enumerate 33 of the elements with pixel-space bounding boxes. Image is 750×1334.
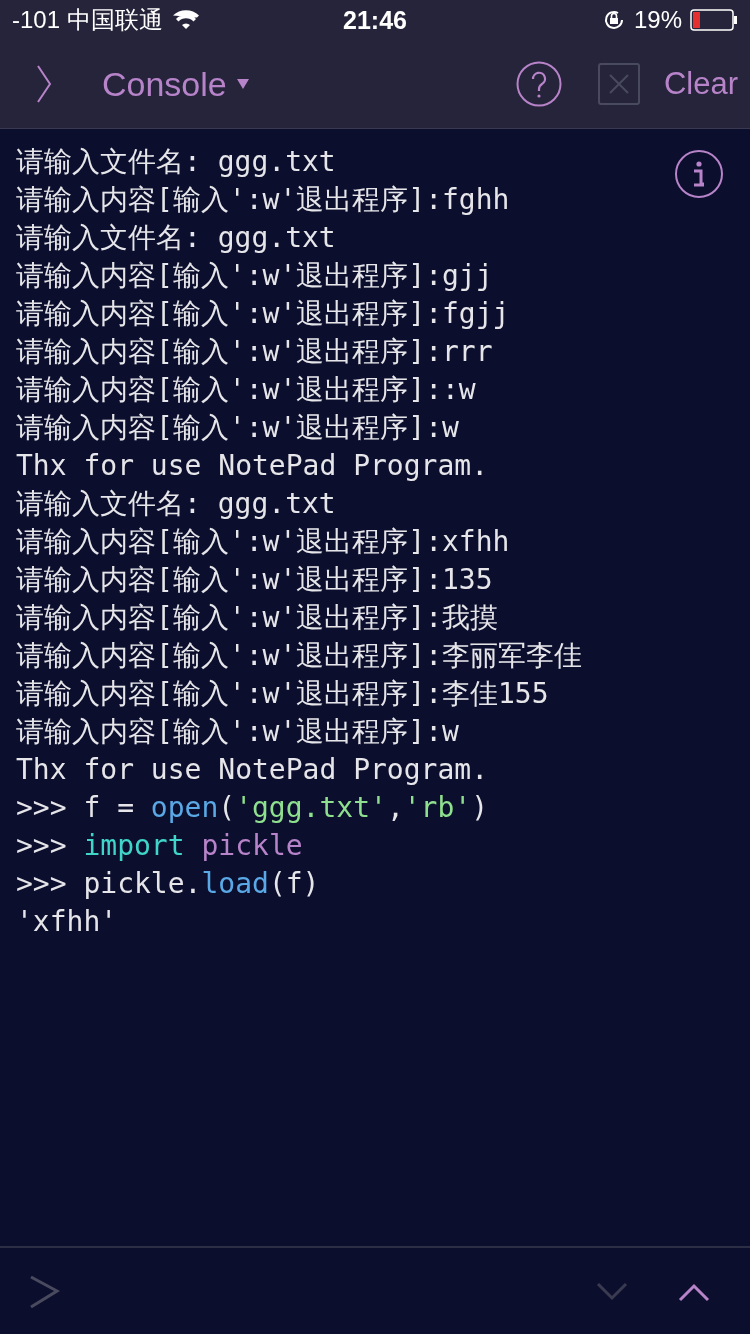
battery-icon [690,9,738,31]
console-line: 请输入内容[输入':w'退出程序]:rrr [16,334,493,370]
clock-time: 21:46 [343,5,407,35]
console-line: >>> import pickle [16,828,303,864]
help-button[interactable] [515,61,562,107]
console-line: 请输入内容[输入':w'退出程序]:xfhh [16,524,510,560]
console-line: 请输入文件名: ggg.txt [16,220,336,256]
console-line: 请输入内容[输入':w'退出程序]:李佳155 [16,676,549,712]
console-line: >>> pickle.load(f) [16,866,320,902]
console-line: 请输入内容[输入':w'退出程序]:w [16,714,459,750]
console-line: 请输入内容[输入':w'退出程序]:fgjj [16,296,510,332]
carrier-text: -101 中国联通 [12,5,163,35]
console-line: 'xfhh' [16,904,118,940]
battery-percent: 19% [633,6,682,34]
console-line: >>> f = open('ggg.txt','rb') [16,790,489,826]
console-line: 请输入内容[输入':w'退出程序]:w [16,410,459,446]
console-line: 请输入内容[输入':w'退出程序]:我摸 [16,600,498,636]
info-icon[interactable] [674,149,724,199]
chevron-right-icon[interactable] [36,64,52,104]
console-line: 请输入内容[输入':w'退出程序]:李丽军李佳 [16,638,582,674]
console-line: 请输入内容[输入':w'退出程序]:fghh [16,182,510,218]
console-line: 请输入内容[输入':w'退出程序]:135 [16,562,493,598]
clear-button[interactable]: Clear [663,66,738,102]
console-line: Thx for use NotePad Program. [16,448,488,484]
console-dropdown[interactable]: Console [102,64,516,104]
wifi-icon [172,10,199,30]
prompt-chevron-icon [30,1275,60,1309]
console-line: Thx for use NotePad Program. [16,752,488,788]
console-line: 请输入文件名: ggg.txt [16,486,336,522]
console-line: 请输入内容[输入':w'退出程序]::w [16,372,476,408]
console-line: 请输入文件名: ggg.txt [16,144,336,180]
caret-icon [236,79,249,89]
console-line: 请输入内容[输入':w'退出程序]:gjj [16,258,493,294]
